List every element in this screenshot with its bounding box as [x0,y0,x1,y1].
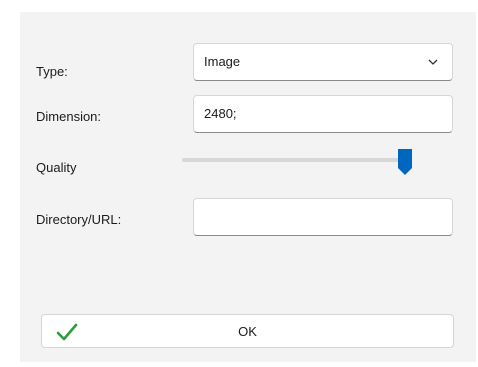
ok-button[interactable]: OK [41,314,454,348]
quality-label: Quality [36,160,77,175]
dimension-input[interactable]: 2480; [193,95,453,133]
quality-slider-thumb[interactable] [397,148,413,176]
type-label: Type: [36,64,68,79]
dialog-panel: Type: Image Dimension: 2480; Quality Dir… [20,12,476,362]
dimension-label: Dimension: [36,109,102,124]
directory-input[interactable] [193,198,453,236]
directory-label: Directory/URL: [36,212,122,227]
ok-label: OK [238,324,257,339]
type-dropdown[interactable]: Image [193,43,453,81]
quality-slider[interactable] [182,158,412,162]
chevron-down-icon [428,59,438,65]
dimension-value: 2480; [204,106,237,121]
type-selected-value: Image [204,54,241,69]
